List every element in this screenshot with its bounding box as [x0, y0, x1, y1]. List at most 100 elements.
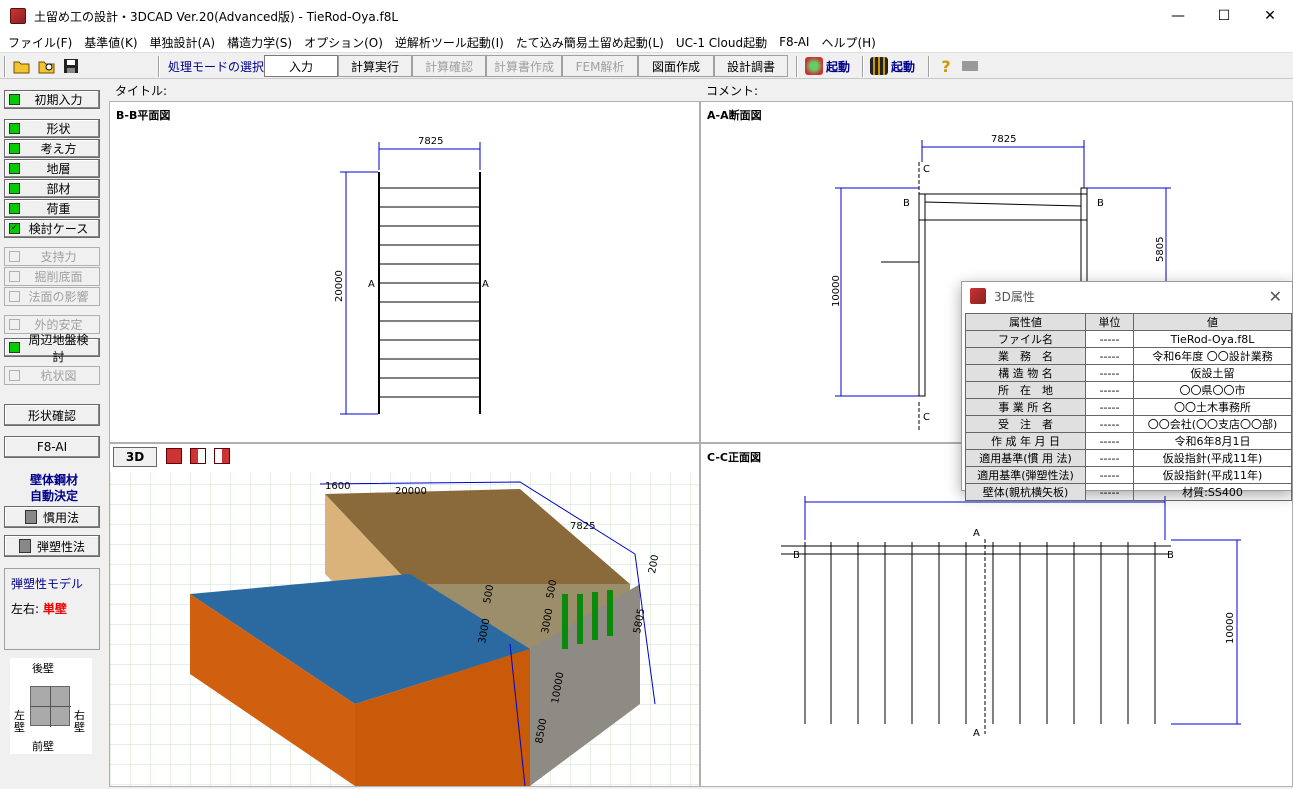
conventional-label: 慣用法: [42, 510, 79, 525]
dialog-titlebar[interactable]: 3D属性: [962, 282, 1292, 310]
table-row[interactable]: 適用基準(弾塑性法) ----- 仮設指針(平成11年): [965, 466, 1292, 484]
conventional-method-button[interactable]: 慣用法: [4, 506, 100, 528]
app-launch-icon: [805, 57, 823, 75]
menu-option[interactable]: オプション(O): [298, 34, 389, 51]
front-height-dim: 10000: [1225, 612, 1236, 644]
mode-input-button[interactable]: 入力: [264, 55, 338, 77]
sidebar-item-label: 掘削底面: [34, 270, 83, 284]
title-bar: 土留め工の設計・3DCAD Ver.20(Advanced版) - TieRod…: [0, 0, 1293, 32]
mode-design-doc-button[interactable]: 設計調書: [714, 55, 788, 77]
sidebar-item-label: 周辺地盤検討: [28, 332, 89, 364]
table-row[interactable]: 壁体(親杭横矢板) ----- 材質:SS400: [965, 483, 1292, 501]
sidebar-item-excavation-bottom[interactable]: 掘削底面: [4, 267, 100, 286]
table-row[interactable]: 受 注 者 ----- 〇〇会社(〇〇支店〇〇部): [965, 415, 1292, 433]
3d-view-panel[interactable]: 3D 20000 7825 3000 500 3000 500 10000 85…: [109, 443, 700, 787]
attr-key: 受 注 者: [965, 415, 1086, 433]
attr-key: 作 成 年 月 日: [965, 432, 1086, 450]
find-file-icon[interactable]: [37, 56, 57, 76]
attr-unit: -----: [1085, 330, 1134, 348]
section-depth-dim: 5805: [1155, 237, 1166, 262]
menu-bar: ファイル(F) 基準値(K) 単独設計(A) 構造力学(S) オプション(O) …: [0, 32, 1293, 52]
attr-unit: -----: [1085, 381, 1134, 399]
gray-bar-icon[interactable]: [960, 56, 980, 76]
mode-fem-button[interactable]: FEM解析: [562, 55, 638, 77]
mode-calculate-button[interactable]: 計算実行: [338, 55, 412, 77]
sidebar-item-load[interactable]: 荷重: [4, 199, 100, 218]
plan-view-panel[interactable]: B-B平面図 7825 20000 A A: [109, 101, 700, 443]
table-row[interactable]: 構 造 物 名 ----- 仮設土留: [965, 364, 1292, 382]
mode-calc-check-button[interactable]: 計算確認: [412, 55, 486, 77]
table-header-row: 属性値 単位 値: [965, 313, 1292, 331]
sidebar-item-shape[interactable]: 形状: [4, 119, 100, 138]
calculator-icon: [24, 510, 37, 524]
menu-standard[interactable]: 基準値(K): [78, 34, 143, 51]
table-row[interactable]: 作 成 年 月 日 ----- 令和6年8月1日: [965, 432, 1292, 450]
menu-single-design[interactable]: 単独設計(A): [144, 34, 222, 51]
launch-button-2[interactable]: 起動: [870, 55, 915, 77]
dialog-close-icon[interactable]: ✕: [1269, 287, 1282, 306]
sidebar-item-slope[interactable]: 法面の影響: [4, 287, 100, 306]
table-row[interactable]: 業 務 名 ----- 令和6年度 〇〇設計業務: [965, 347, 1292, 365]
dialog-title: 3D属性: [994, 289, 1035, 304]
sidebar-item-label: 考え方: [40, 142, 77, 156]
f8ai-button[interactable]: F8-AI: [4, 436, 100, 458]
menu-f8ai[interactable]: F8-AI: [773, 35, 815, 49]
calculator-icon: [18, 539, 31, 553]
table-row[interactable]: 事 業 所 名 ----- 〇〇土木事務所: [965, 398, 1292, 416]
launch-label-1: 起動: [826, 59, 851, 74]
maximize-button[interactable]: ☐: [1201, 0, 1247, 32]
model-title: 弾塑性モデル: [11, 577, 84, 591]
menu-uc1-cloud[interactable]: UC-1 Cloud起動: [670, 34, 773, 51]
close-button[interactable]: ✕: [1247, 0, 1293, 32]
sidebar-item-bearing[interactable]: 支持力: [4, 247, 100, 266]
attr-value: 仮設指針(平成11年): [1133, 449, 1292, 467]
mode-report-button[interactable]: 計算書作成: [486, 55, 562, 77]
comment-label: コメント:: [700, 80, 1293, 100]
sidebar-initial-label: 初期入力: [34, 93, 83, 107]
window-title: 土留め工の設計・3DCAD Ver.20(Advanced版) - TieRod…: [34, 9, 399, 24]
launch-button-1[interactable]: 起動: [805, 55, 850, 77]
auto-text-1: 壁体鋼材: [29, 473, 78, 487]
menu-help[interactable]: ヘルプ(H): [815, 34, 881, 51]
section-marker-c-bottom: C: [923, 412, 930, 423]
attr-key: 適用基準(慣 用 法): [965, 449, 1086, 467]
sidebar-item-case[interactable]: ✓ 検討ケース: [4, 219, 100, 238]
sidebar-item-members[interactable]: 部材: [4, 179, 100, 198]
sidebar-item-label: 形状: [46, 122, 71, 136]
shape-check-button[interactable]: 形状確認: [4, 404, 100, 426]
diagram-back: 後壁: [32, 662, 54, 675]
front-marker-b-left: B: [793, 550, 800, 561]
save-icon[interactable]: [61, 56, 81, 76]
minimize-button[interactable]: —: [1155, 0, 1201, 32]
section-marker-b-left: B: [903, 198, 910, 209]
sidebar: 初期入力 形状 考え方 地層 部材 荷重 ✓ 検討ケース 支持力 掘削底面 法面の…: [0, 80, 108, 787]
attr-key: ファイル名: [965, 330, 1086, 348]
mode-drawing-button[interactable]: 図面作成: [638, 55, 714, 77]
front-marker-b-right: B: [1167, 550, 1174, 561]
open-folder-icon[interactable]: [12, 56, 32, 76]
attr-value: 〇〇県〇〇市: [1133, 381, 1292, 399]
plan-length-dim: 20000: [334, 270, 345, 302]
sidebar-item-surrounding[interactable]: 周辺地盤検討: [4, 333, 100, 364]
sidebar-initial-input[interactable]: 初期入力: [4, 90, 100, 109]
table-row[interactable]: 所 在 地 ----- 〇〇県〇〇市: [965, 381, 1292, 399]
attr-key: 事 業 所 名: [965, 398, 1086, 416]
menu-file[interactable]: ファイル(F): [2, 34, 78, 51]
sidebar-item-strata[interactable]: 地層: [4, 159, 100, 178]
menu-inverse-tool[interactable]: 逆解析ツール起動(I): [389, 34, 510, 51]
help-icon[interactable]: ?: [936, 56, 956, 76]
attr-value: 令和6年8月1日: [1133, 432, 1292, 450]
menu-tatekomi[interactable]: たて込み簡易土留め起動(L): [510, 34, 670, 51]
sidebar-item-label: 検討ケース: [28, 222, 89, 236]
sidebar-item-pile[interactable]: 杭状図: [4, 366, 100, 385]
table-row[interactable]: ファイル名 ----- TieRod-Oya.f8L: [965, 330, 1292, 348]
menu-structural[interactable]: 構造力学(S): [221, 34, 298, 51]
model-box: 弾塑性モデル 左右: 単壁: [4, 568, 100, 650]
sidebar-item-label: 支持力: [40, 250, 77, 264]
diagram-front: 前壁: [32, 740, 54, 753]
attr-unit: -----: [1085, 432, 1134, 450]
table-row[interactable]: 適用基準(慣 用 法) ----- 仮設指針(平成11年): [965, 449, 1292, 467]
toolbar: 処理モードの選択 入力 計算実行 計算確認 計算書作成 FEM解析 図面作成 設…: [0, 52, 1293, 79]
sidebar-item-concept[interactable]: 考え方: [4, 139, 100, 158]
elastoplastic-method-button[interactable]: 弾塑性法: [4, 535, 100, 557]
